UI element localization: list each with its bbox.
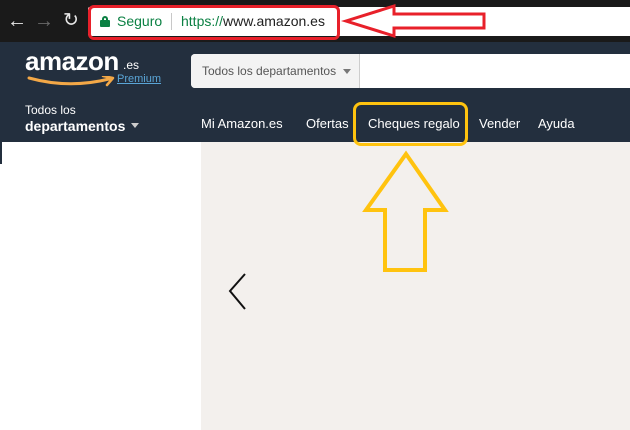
reload-icon[interactable]: ↻ (60, 8, 82, 34)
amazon-header: amazon .es Premium Todos los departament… (0, 42, 630, 96)
search-bar: Todos los departamentos (191, 54, 630, 88)
url-host: www.amazon.es (223, 13, 325, 29)
nav-link-vender[interactable]: Vender (479, 116, 520, 131)
address-separator (171, 13, 172, 30)
left-edge-strip (0, 142, 2, 164)
security-label: Seguro (117, 13, 163, 29)
smile-icon (27, 76, 115, 87)
caret-down-icon (343, 69, 351, 74)
forward-arrow-icon[interactable]: → (33, 8, 55, 34)
department-select[interactable]: Todos los departamentos (191, 54, 360, 88)
all-departments-line1: Todos los (25, 103, 76, 117)
logo-tld: .es (123, 58, 140, 72)
amazon-logo[interactable]: amazon .es Premium (25, 46, 161, 90)
url-scheme: https:// (181, 13, 224, 29)
nav-link-mi-amazon[interactable]: Mi Amazon.es (201, 116, 283, 131)
hero-carousel (201, 142, 630, 430)
nav-link-ayuda[interactable]: Ayuda (538, 116, 575, 131)
amazon-nav: Todos los departamentos Mi Amazon.es Ofe… (0, 96, 630, 142)
address-bar[interactable]: Seguro https://www.amazon.es (88, 7, 630, 36)
all-departments-menu[interactable]: Todos los departamentos (25, 103, 140, 135)
department-select-label: Todos los departamentos (202, 64, 337, 78)
nav-link-cheques-regalo[interactable]: Cheques regalo (368, 116, 460, 131)
nav-link-ofertas[interactable]: Ofertas (306, 116, 349, 131)
lock-icon (100, 16, 110, 27)
logo-premium: Premium (117, 73, 162, 85)
search-input[interactable] (361, 54, 630, 88)
carousel-prev-icon[interactable] (226, 272, 248, 312)
browser-toolbar: ← → ↻ Seguro https://www.amazon.es (0, 0, 630, 42)
url-text[interactable]: https://www.amazon.es (181, 13, 325, 29)
back-arrow-icon[interactable]: ← (6, 8, 28, 34)
logo-wordmark: amazon (25, 46, 119, 76)
caret-down-icon (131, 123, 140, 128)
all-departments-line2: departamentos (25, 118, 126, 134)
